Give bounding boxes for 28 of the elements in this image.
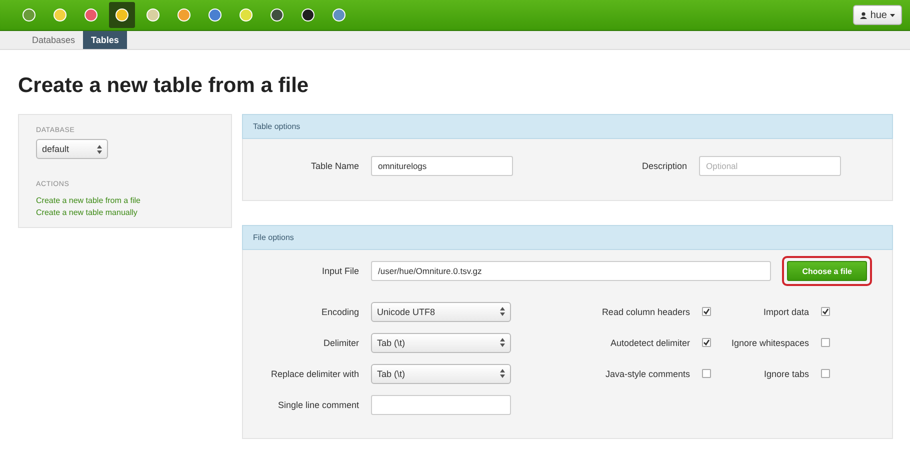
field-label: Input File <box>320 266 360 276</box>
checkbox-label: Ignore tabs <box>762 368 810 378</box>
field-label: Single line comment <box>276 400 360 410</box>
page-title: Create a new table from a file <box>18 74 310 98</box>
field-label: Table Name <box>310 160 360 170</box>
checkbox-label: Import data <box>762 306 810 316</box>
nav-tab[interactable]: Databases <box>24 31 84 49</box>
database-select[interactable]: default <box>36 139 108 159</box>
checkbox-label: Java-style comments <box>604 368 691 378</box>
option-select[interactable]: Tab (\t) <box>371 332 511 352</box>
input-file-field[interactable]: /user/hue/Omniture.0.tsv.gz <box>371 261 771 281</box>
checkbox-label: Read column headers <box>600 306 691 316</box>
checkbox-label: Ignore whitespaces <box>730 338 810 348</box>
panel-header: File options <box>242 225 893 250</box>
sidebar-link[interactable]: Create a new table manually <box>36 208 138 217</box>
field-label: Replace delimiter with <box>270 368 360 378</box>
panel-header: Table options <box>242 114 893 139</box>
sidebar-link[interactable]: Create a new table from a file <box>36 196 140 205</box>
table-name-field[interactable]: omniturelogs <box>371 156 513 176</box>
field-label: Encoding <box>320 306 360 316</box>
field-label: Delimiter <box>322 338 360 348</box>
field-label: Description <box>640 160 688 170</box>
option-select[interactable]: Unicode UTF8 <box>371 302 511 322</box>
nav-tab[interactable]: Tables <box>83 31 127 49</box>
option-select[interactable]: Tab (\t) <box>371 364 511 384</box>
user-menu-button[interactable]: hue <box>853 5 902 25</box>
checkbox-label: Autodetect delimiter <box>609 338 691 348</box>
description-field[interactable]: Optional <box>699 156 841 176</box>
